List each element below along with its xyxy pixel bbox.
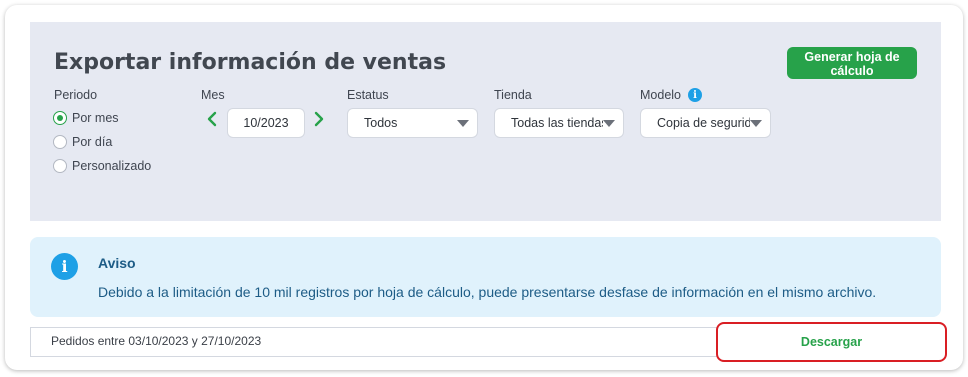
period-label: Periodo bbox=[54, 88, 98, 102]
radio-por-mes[interactable]: Por mes bbox=[53, 111, 119, 125]
store-select[interactable]: Todas las tiendas bbox=[494, 108, 624, 138]
store-label: Tienda bbox=[494, 88, 532, 102]
chevron-right-icon[interactable] bbox=[312, 110, 326, 128]
caret-down-icon bbox=[457, 119, 469, 127]
status-select-value: Todos bbox=[364, 116, 398, 130]
radio-label: Personalizado bbox=[72, 159, 152, 173]
page-title: Exportar información de ventas bbox=[54, 50, 447, 75]
info-icon: i bbox=[51, 253, 78, 280]
status-label: Estatus bbox=[347, 88, 389, 102]
radio-label: Por mes bbox=[72, 111, 119, 125]
notice-banner bbox=[30, 237, 941, 317]
caret-down-icon bbox=[750, 119, 762, 127]
status-select[interactable]: Todos bbox=[347, 108, 478, 138]
notice-title: Aviso bbox=[98, 255, 136, 271]
month-input[interactable]: 10/2023 bbox=[227, 108, 305, 138]
info-icon[interactable]: i bbox=[688, 88, 702, 102]
radio-por-dia[interactable]: Por día bbox=[53, 135, 112, 149]
model-label: Modelo bbox=[640, 88, 681, 102]
notice-message: Debido a la limitación de 10 mil registr… bbox=[98, 284, 877, 300]
radio-unselected-icon bbox=[53, 135, 67, 149]
radio-label: Por día bbox=[72, 135, 113, 149]
chevron-left-icon[interactable] bbox=[205, 110, 219, 128]
generate-spreadsheet-button[interactable]: Generar hoja de cálculo bbox=[787, 47, 917, 79]
model-select-value: Copia de seguridad bbox=[657, 116, 750, 130]
download-button[interactable]: Descargar bbox=[716, 322, 947, 362]
radio-selected-icon bbox=[53, 111, 67, 125]
date-range-text: Pedidos entre 03/10/2023 y 27/10/2023 bbox=[51, 334, 262, 348]
caret-down-icon bbox=[603, 119, 615, 127]
radio-personalizado[interactable]: Personalizado bbox=[53, 159, 151, 173]
model-select[interactable]: Copia de seguridad bbox=[640, 108, 771, 138]
month-label: Mes bbox=[201, 88, 225, 102]
radio-unselected-icon bbox=[53, 159, 67, 173]
store-select-value: Todas las tiendas bbox=[511, 116, 603, 130]
